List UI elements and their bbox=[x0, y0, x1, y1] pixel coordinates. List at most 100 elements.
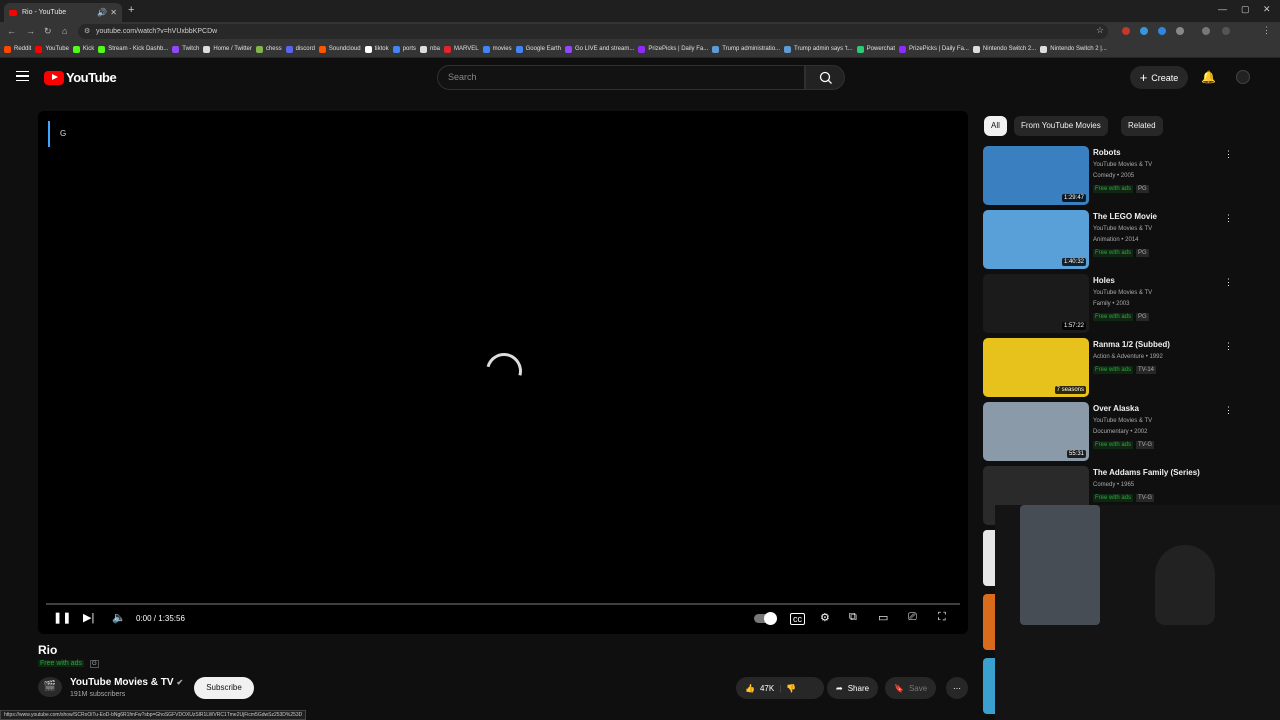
volume-icon[interactable]: 🔈 bbox=[112, 611, 126, 624]
bookmark-item[interactable]: Nintendo Switch 2 |... bbox=[1040, 45, 1107, 53]
notifications-bell-icon[interactable]: 🔔 bbox=[1201, 70, 1216, 84]
channel-name[interactable]: YouTube Movies & TV ✔ bbox=[70, 677, 183, 688]
bookmark-item[interactable]: Google Earth bbox=[515, 45, 561, 53]
video-thumbnail[interactable]: 55:31 bbox=[983, 402, 1089, 461]
maximize-icon[interactable]: ▢ bbox=[1241, 4, 1250, 15]
site-info-icon[interactable]: ⚙ bbox=[84, 24, 90, 39]
bookmark-favicon-icon bbox=[318, 45, 326, 53]
bookmark-item[interactable]: Go LIVE and stream... bbox=[564, 45, 634, 53]
home-icon[interactable]: ⌂ bbox=[62, 26, 67, 36]
bookmark-item[interactable]: Powerchat bbox=[856, 45, 895, 53]
recommendation-title[interactable]: The LEGO Movie bbox=[1093, 212, 1157, 221]
bookmark-item[interactable]: Kick bbox=[72, 45, 94, 53]
bookmark-star-icon[interactable]: ☆ bbox=[1096, 25, 1104, 36]
create-button[interactable]: + Create bbox=[1130, 66, 1188, 89]
url-field[interactable]: ⚙ youtube.com/watch?v=hVUxbbKPCDw bbox=[78, 24, 1108, 39]
more-options-icon[interactable]: ⋮ bbox=[1224, 149, 1233, 160]
recommendation-meta: Comedy • 1965 bbox=[1093, 482, 1135, 488]
recommendation-item[interactable]: 1:57:22 Holes YouTube Movies & TV Family • … bbox=[983, 274, 1243, 334]
video-thumbnail[interactable]: 7 seasons bbox=[983, 338, 1089, 397]
bookmark-item[interactable]: YouTube bbox=[35, 45, 69, 53]
bookmark-item[interactable]: PrizePicks | Daily Fa... bbox=[899, 45, 969, 53]
cast-icon[interactable]: ⎚ bbox=[908, 611, 917, 624]
bookmark-item[interactable]: discord bbox=[285, 45, 315, 53]
chip-from-youtube-movies[interactable]: From YouTube Movies bbox=[1014, 116, 1108, 136]
like-count[interactable]: 47K bbox=[760, 684, 774, 693]
video-thumbnail[interactable]: 1:57:22 bbox=[983, 274, 1089, 333]
miniplayer-icon[interactable]: ⧉ bbox=[849, 611, 857, 624]
recommendation-title[interactable]: Robots bbox=[1093, 148, 1121, 157]
more-options-icon[interactable]: ⋮ bbox=[1224, 213, 1233, 224]
close-tab-icon[interactable]: ✕ bbox=[110, 8, 117, 17]
recommendation-item[interactable]: 7 seasons Ranma 1/2 (Subbed) Action & Adve… bbox=[983, 338, 1243, 398]
hamburger-menu-icon[interactable] bbox=[16, 71, 29, 81]
extension-icon[interactable] bbox=[1140, 27, 1148, 35]
recommendation-title[interactable]: Holes bbox=[1093, 276, 1115, 285]
bookmark-item[interactable]: ports bbox=[392, 45, 416, 53]
back-icon[interactable]: ← bbox=[7, 26, 16, 36]
youtube-logo[interactable]: YouTube bbox=[44, 70, 117, 85]
search-input[interactable]: Search bbox=[437, 65, 805, 90]
extensions-puzzle-icon[interactable] bbox=[1176, 27, 1184, 35]
search-button[interactable] bbox=[805, 65, 845, 90]
like-icon[interactable]: 👍 bbox=[745, 684, 755, 693]
recommendation-item[interactable]: 1:40:32 The LEGO Movie YouTube Movies & TV… bbox=[983, 210, 1243, 270]
forward-icon[interactable]: → bbox=[26, 26, 35, 36]
browser-tab[interactable]: Rio - YouTube 🔊 ✕ bbox=[4, 3, 122, 22]
more-options-icon[interactable]: ⋮ bbox=[1224, 405, 1233, 416]
bookmark-item[interactable]: nba bbox=[419, 45, 440, 53]
more-actions-icon[interactable]: ⋯ bbox=[946, 677, 968, 699]
video-player[interactable]: G ❚❚ ▶| 🔈 0:00 / 1:35:56 cc ⚙ ⧉ ▭ ⎚ ⛶ bbox=[38, 111, 968, 634]
subtitles-icon[interactable]: cc bbox=[790, 613, 805, 625]
video-thumbnail[interactable]: 1:40:32 bbox=[983, 210, 1089, 269]
bookmark-item[interactable]: chess bbox=[255, 45, 282, 53]
reload-icon[interactable]: ↻ bbox=[44, 26, 52, 37]
loading-spinner-icon bbox=[479, 346, 529, 396]
chip-all[interactable]: All bbox=[984, 116, 1007, 136]
bookmark-item[interactable]: Soundcloud bbox=[318, 45, 361, 53]
profile-icon[interactable] bbox=[1222, 27, 1230, 35]
next-icon[interactable]: ▶| bbox=[83, 611, 94, 624]
channel-avatar[interactable]: 🎬 bbox=[38, 677, 62, 697]
bookmark-label: chess bbox=[265, 46, 282, 52]
recommendation-title[interactable]: The Addams Family (Series) bbox=[1093, 468, 1200, 477]
bookmark-item[interactable]: Nintendo Switch 2... bbox=[972, 45, 1036, 53]
recommendation-item[interactable]: 1:29:47 Robots YouTube Movies & TV Comedy •… bbox=[983, 146, 1243, 206]
bookmark-item[interactable]: PrizePicks | Daily Fa... bbox=[638, 45, 708, 53]
minimize-icon[interactable]: — bbox=[1218, 4, 1227, 14]
side-panel-icon[interactable] bbox=[1202, 27, 1210, 35]
bookmark-item[interactable]: Stream - Kick Dashb... bbox=[98, 45, 168, 53]
theater-mode-icon[interactable]: ▭ bbox=[878, 611, 888, 624]
recommendation-title[interactable]: Ranma 1/2 (Subbed) bbox=[1093, 340, 1170, 349]
subscribe-button[interactable]: Subscribe bbox=[194, 677, 254, 699]
bookmark-item[interactable]: Home / Twitter bbox=[203, 45, 252, 53]
bookmark-item[interactable]: tiktok bbox=[364, 45, 389, 53]
chip-related[interactable]: Related bbox=[1121, 116, 1163, 136]
dislike-icon[interactable]: 👎 bbox=[786, 684, 796, 693]
fullscreen-icon[interactable]: ⛶ bbox=[938, 611, 946, 624]
bookmark-item[interactable]: MARVEL bbox=[444, 45, 479, 53]
bookmark-item[interactable]: Trump admin says 't... bbox=[784, 45, 853, 53]
video-thumbnail[interactable]: 1:29:47 bbox=[983, 146, 1089, 205]
extension-icon[interactable] bbox=[1122, 27, 1130, 35]
recommendation-item[interactable]: 55:31 Over Alaska YouTube Movies & TV Docum… bbox=[983, 402, 1243, 462]
pause-icon[interactable]: ❚❚ bbox=[53, 611, 71, 624]
browser-menu-icon[interactable]: ⋮ bbox=[1262, 25, 1271, 36]
bookmark-item[interactable]: Twitch bbox=[172, 45, 199, 53]
bookmark-item[interactable]: Trump administratio... bbox=[712, 45, 780, 53]
more-options-icon[interactable]: ⋮ bbox=[1224, 341, 1233, 352]
share-button[interactable]: ➦ Share bbox=[827, 677, 879, 699]
account-avatar[interactable] bbox=[1236, 70, 1250, 84]
progress-bar[interactable] bbox=[46, 603, 960, 605]
speaker-icon[interactable]: 🔊 bbox=[97, 8, 107, 17]
settings-gear-icon[interactable]: ⚙ bbox=[820, 611, 830, 624]
close-window-icon[interactable]: ✕ bbox=[1263, 4, 1271, 15]
bookmark-item[interactable]: movies bbox=[482, 45, 512, 53]
new-tab-icon[interactable]: + bbox=[128, 4, 134, 16]
save-button[interactable]: 🔖 Save bbox=[885, 677, 937, 699]
autoplay-toggle[interactable] bbox=[754, 612, 777, 625]
extension-icon[interactable] bbox=[1158, 27, 1166, 35]
bookmark-item[interactable]: Reddit bbox=[4, 45, 31, 53]
more-options-icon[interactable]: ⋮ bbox=[1224, 277, 1233, 288]
recommendation-title[interactable]: Over Alaska bbox=[1093, 404, 1139, 413]
